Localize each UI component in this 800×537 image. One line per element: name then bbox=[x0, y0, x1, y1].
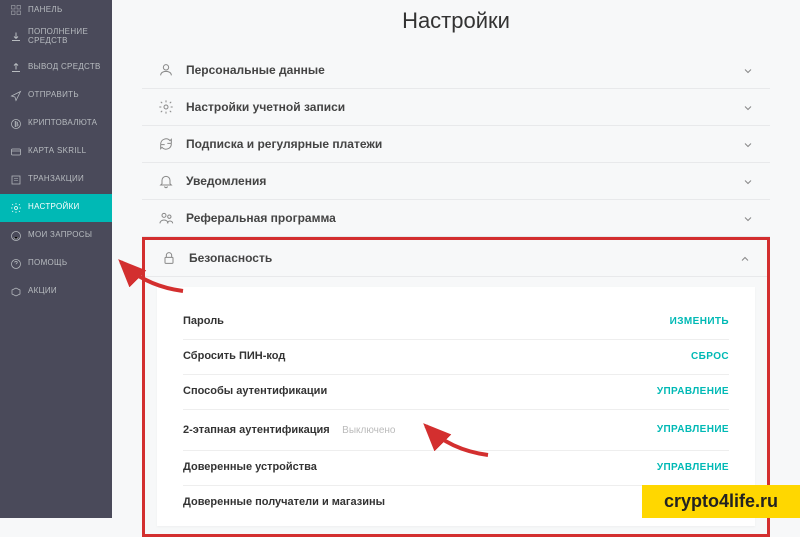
sidebar-item-transactions[interactable]: ТРАНЗАКЦИИ bbox=[0, 166, 112, 194]
sidebar-item-label: ОТПРАВИТЬ bbox=[28, 91, 79, 100]
accordion-security[interactable]: Безопасность bbox=[145, 240, 767, 277]
security-row-pin: Сбросить ПИН-код СБРОС bbox=[183, 340, 729, 375]
promo-icon bbox=[10, 286, 22, 298]
main-content: Настройки Персональные данные Настройки … bbox=[112, 0, 800, 518]
row-label: Пароль bbox=[183, 315, 224, 327]
sidebar-item-settings[interactable]: НАСТРОЙКИ bbox=[0, 194, 112, 222]
chevron-down-icon bbox=[742, 138, 754, 150]
row-label: Сбросить ПИН-код bbox=[183, 350, 285, 362]
chevron-down-icon bbox=[742, 64, 754, 76]
accordion-label: Настройки учетной записи bbox=[186, 100, 730, 114]
sidebar-item-label: КАРТА SKRILL bbox=[28, 147, 86, 156]
bell-icon bbox=[158, 173, 174, 189]
sidebar: ПАНЕЛЬ ПОПОЛНЕНИЕ СРЕДСТВ ВЫВОД СРЕДСТВ … bbox=[0, 0, 112, 518]
accordion-label: Подписка и регулярные платежи bbox=[186, 137, 730, 151]
sidebar-item-label: ТРАНЗАКЦИИ bbox=[28, 175, 84, 184]
chevron-down-icon bbox=[742, 175, 754, 187]
accordion-referral[interactable]: Реферальная программа bbox=[142, 200, 770, 237]
accordion-label: Уведомления bbox=[186, 174, 730, 188]
users-icon bbox=[158, 210, 174, 226]
send-icon bbox=[10, 90, 22, 102]
sidebar-item-deposit[interactable]: ПОПОЛНЕНИЕ СРЕДСТВ bbox=[0, 20, 112, 54]
manage-2fa-button[interactable]: УПРАВЛЕНИЕ bbox=[657, 424, 729, 435]
sidebar-item-label: ПОПОЛНЕНИЕ СРЕДСТВ bbox=[28, 28, 102, 46]
sidebar-item-label: ПАНЕЛЬ bbox=[28, 6, 63, 15]
refresh-icon bbox=[158, 136, 174, 152]
change-password-button[interactable]: ИЗМЕНИТЬ bbox=[670, 316, 729, 327]
gear-icon bbox=[158, 99, 174, 115]
row-label: Доверенные устройства bbox=[183, 461, 317, 473]
chevron-down-icon bbox=[742, 101, 754, 113]
sidebar-item-label: ПОМОЩЬ bbox=[28, 259, 67, 268]
watermark: crypto4life.ru bbox=[642, 485, 800, 518]
sidebar-item-label: МОИ ЗАПРОСЫ bbox=[28, 231, 92, 240]
sidebar-item-panel[interactable]: ПАНЕЛЬ bbox=[0, 0, 112, 20]
support-icon bbox=[10, 230, 22, 242]
gear-icon bbox=[10, 202, 22, 214]
transactions-icon bbox=[10, 174, 22, 186]
sidebar-item-help[interactable]: ПОМОЩЬ bbox=[0, 250, 112, 278]
accordion-account[interactable]: Настройки учетной записи bbox=[142, 89, 770, 126]
security-row-devices: Доверенные устройства УПРАВЛЕНИЕ bbox=[183, 451, 729, 486]
row-label: Способы аутентификации bbox=[183, 385, 327, 397]
accordion-label: Персональные данные bbox=[186, 63, 730, 77]
security-row-auth-methods: Способы аутентификации УПРАВЛЕНИЕ bbox=[183, 375, 729, 410]
sidebar-item-label: ВЫВОД СРЕДСТВ bbox=[28, 63, 101, 72]
manage-auth-button[interactable]: УПРАВЛЕНИЕ bbox=[657, 386, 729, 397]
security-row-password: Пароль ИЗМЕНИТЬ bbox=[183, 305, 729, 340]
sidebar-item-promo[interactable]: АКЦИИ bbox=[0, 278, 112, 306]
accordion-label: Реферальная программа bbox=[186, 211, 730, 225]
person-icon bbox=[158, 62, 174, 78]
accordion-label: Безопасность bbox=[189, 251, 727, 265]
lock-icon bbox=[161, 250, 177, 266]
sidebar-item-crypto[interactable]: КРИПТОВАЛЮТА bbox=[0, 110, 112, 138]
sidebar-item-requests[interactable]: МОИ ЗАПРОСЫ bbox=[0, 222, 112, 250]
card-icon bbox=[10, 146, 22, 158]
deposit-icon bbox=[10, 31, 22, 43]
dashboard-icon bbox=[10, 4, 22, 16]
reset-pin-button[interactable]: СБРОС bbox=[691, 351, 729, 362]
sidebar-item-card[interactable]: КАРТА SKRILL bbox=[0, 138, 112, 166]
accordion-personal[interactable]: Персональные данные bbox=[142, 52, 770, 89]
sidebar-item-label: АКЦИИ bbox=[28, 287, 57, 296]
sidebar-item-label: НАСТРОЙКИ bbox=[28, 203, 80, 212]
status-badge: Выключено bbox=[342, 425, 395, 436]
accordion-subscription[interactable]: Подписка и регулярные платежи bbox=[142, 126, 770, 163]
help-icon bbox=[10, 258, 22, 270]
withdraw-icon bbox=[10, 62, 22, 74]
accordion-notifications[interactable]: Уведомления bbox=[142, 163, 770, 200]
chevron-down-icon bbox=[742, 212, 754, 224]
page-title: Настройки bbox=[142, 8, 770, 34]
security-row-2fa: 2-этапная аутентификация Выключено УПРАВ… bbox=[183, 410, 729, 451]
row-label: 2-этапная аутентификация bbox=[183, 424, 330, 436]
row-label: Доверенные получатели и магазины bbox=[183, 496, 385, 508]
chevron-up-icon bbox=[739, 252, 751, 264]
sidebar-item-label: КРИПТОВАЛЮТА bbox=[28, 119, 97, 128]
crypto-icon bbox=[10, 118, 22, 130]
sidebar-item-withdraw[interactable]: ВЫВОД СРЕДСТВ bbox=[0, 54, 112, 82]
manage-devices-button[interactable]: УПРАВЛЕНИЕ bbox=[657, 462, 729, 473]
sidebar-item-send[interactable]: ОТПРАВИТЬ bbox=[0, 82, 112, 110]
